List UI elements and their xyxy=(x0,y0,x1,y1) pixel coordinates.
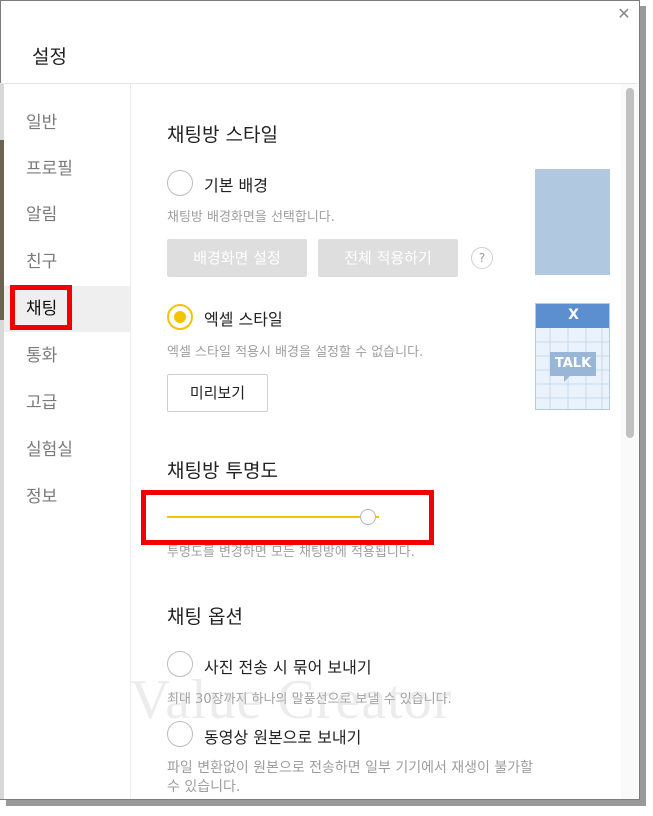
transparency-heading: 채팅방 투명도 xyxy=(167,460,278,482)
highlight-box-chat xyxy=(10,285,72,330)
default-bg-desc: 채팅방 배경화면을 선택합니다. xyxy=(167,210,335,225)
sidebar-item-general[interactable]: 일반 xyxy=(4,100,130,146)
sidebar-item-friends[interactable]: 친구 xyxy=(4,239,130,285)
highlight-box-slider xyxy=(141,490,434,545)
chat-style-heading: 채팅방 스타일 xyxy=(167,124,278,146)
help-icon[interactable]: ? xyxy=(471,247,493,269)
excel-style-desc: 엑셀 스타일 적용시 배경을 설정할 수 없습니다. xyxy=(167,345,424,360)
scrollbar-thumb[interactable] xyxy=(626,88,634,438)
video-original-desc-line2: 수 있습니다. xyxy=(167,779,241,795)
sidebar-item-info[interactable]: 정보 xyxy=(4,474,130,520)
excel-logo-text: X xyxy=(568,307,579,323)
sidebar-item-profile[interactable]: 프로필 xyxy=(4,146,130,192)
sidebar-item-advanced[interactable]: 고급 xyxy=(4,380,130,426)
dialog-shadow-right xyxy=(640,6,646,804)
set-background-button[interactable]: 배경화면 설정 xyxy=(167,239,307,277)
talk-bubble-text: TALK xyxy=(554,356,592,371)
dialog-shadow-bottom xyxy=(6,800,646,806)
chat-options-heading: 채팅 옵션 xyxy=(167,606,243,628)
video-original-desc-line1: 파일 변환없이 원본으로 전송하면 일부 기기에서 재생이 불가할 xyxy=(167,760,534,776)
apply-all-button[interactable]: 전체 적용하기 xyxy=(318,239,458,277)
watermark-text: Value Creator xyxy=(130,669,453,731)
default-bg-thumbnail xyxy=(535,169,610,275)
excel-style-thumbnail: X TALK xyxy=(535,303,610,410)
sidebar-item-labs[interactable]: 실험실 xyxy=(4,427,130,473)
excel-style-radio[interactable] xyxy=(167,304,193,330)
close-icon[interactable]: ✕ xyxy=(615,5,633,23)
settings-sidebar: 일반 프로필 알림 친구 채팅 통화 고급 실험실 정보 xyxy=(4,84,131,799)
excel-style-label: 엑셀 스타일 xyxy=(204,310,283,329)
sidebar-item-call[interactable]: 통화 xyxy=(4,333,130,379)
sidebar-item-notifications[interactable]: 알림 xyxy=(4,192,130,238)
dialog-title: 설정 xyxy=(32,46,67,68)
default-bg-radio[interactable] xyxy=(167,170,193,196)
default-bg-label: 기본 배경 xyxy=(204,176,268,195)
preview-button[interactable]: 미리보기 xyxy=(167,374,268,412)
